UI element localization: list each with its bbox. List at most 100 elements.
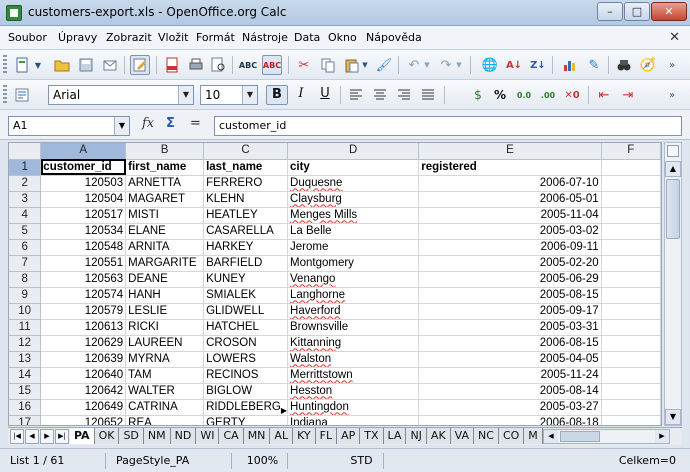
row-header[interactable]: 17 (9, 415, 42, 425)
sheet-tab-ap[interactable]: AP (337, 428, 361, 444)
redo-icon[interactable]: ↷ (436, 55, 456, 75)
percent-format-icon[interactable]: % (490, 85, 510, 105)
row-header[interactable]: 4 (9, 207, 42, 224)
export-pdf-icon[interactable] (162, 55, 182, 75)
cell[interactable]: KUNEY (203, 271, 289, 288)
sheet-tab-nd[interactable]: ND (170, 428, 197, 444)
spellcheck-icon[interactable]: ABC (238, 55, 258, 75)
select-all-corner[interactable] (9, 143, 42, 160)
scroll-left-icon[interactable]: ◀ (544, 430, 558, 443)
cell[interactable]: Menges Mills (287, 207, 420, 224)
maximize-button[interactable]: □ (624, 2, 650, 21)
justify-icon[interactable] (418, 85, 438, 105)
menu-vlozit[interactable]: Vložit (158, 31, 188, 44)
cell[interactable]: 2006-07-10 (418, 175, 602, 192)
name-box[interactable]: A1 ▼ (8, 116, 130, 136)
open-folder-icon[interactable] (52, 55, 72, 75)
decrease-indent-icon[interactable]: ⇤ (594, 85, 614, 105)
toolbar-grip[interactable] (3, 55, 7, 75)
function-wizard-icon[interactable]: fx (142, 116, 154, 131)
cell[interactable]: 2005-03-31 (418, 319, 602, 336)
zoom-status[interactable]: 100% (238, 453, 288, 469)
cell[interactable]: 2006-05-01 (418, 191, 602, 208)
close-button[interactable]: ✕ (651, 2, 687, 21)
cell[interactable]: Merrittstown (287, 367, 420, 384)
cell[interactable]: 2006-08-15 (418, 335, 602, 352)
cell[interactable]: LOWERS (203, 351, 289, 368)
sheet-tab-pa[interactable]: PA (70, 428, 95, 444)
cell[interactable]: 120640 (40, 367, 127, 384)
font-size-combobox[interactable]: 10 ▼ (200, 85, 258, 105)
column-header-c[interactable]: C (203, 143, 289, 160)
chevron-down-icon[interactable]: ▼ (242, 86, 257, 104)
cell[interactable]: LESLIE (125, 303, 205, 320)
cell[interactable] (601, 191, 661, 208)
chevron-down-icon[interactable]: ▼ (114, 117, 129, 135)
row-header[interactable]: 1 (9, 159, 42, 176)
cell[interactable]: 120548 (40, 239, 127, 256)
cell[interactable]: Brownsville (287, 319, 420, 336)
cell[interactable] (601, 303, 661, 320)
menu-soubor[interactable]: Soubor (8, 31, 47, 44)
align-right-icon[interactable] (394, 85, 414, 105)
menu-napoveda[interactable]: Nápověda (366, 31, 422, 44)
menu-zobrazit[interactable]: Zobrazit (106, 31, 152, 44)
column-header-f[interactable]: F (601, 143, 661, 160)
sheet-tab-nm[interactable]: NM (143, 428, 171, 444)
cell[interactable]: HATCHEL (203, 319, 289, 336)
cell[interactable]: 120629 (40, 335, 127, 352)
cell[interactable] (601, 351, 661, 368)
cell[interactable]: CASARELLA (203, 223, 289, 240)
page-preview-icon[interactable] (208, 55, 228, 75)
cell[interactable]: MISTI (125, 207, 205, 224)
cell[interactable]: CATRINA (125, 399, 205, 416)
cell[interactable]: ELANE (125, 223, 205, 240)
currency-format-icon[interactable]: $ (468, 85, 488, 105)
cell[interactable]: Walston (287, 351, 420, 368)
cell[interactable]: FERRERO (203, 175, 289, 192)
increase-indent-icon[interactable]: ⇥ (618, 85, 638, 105)
undo-dropdown-icon[interactable]: ▼ (422, 55, 432, 75)
cell[interactable]: 2005-02-20 (418, 255, 602, 272)
cell[interactable]: CROSON (203, 335, 289, 352)
italic-button[interactable]: I (290, 85, 312, 105)
cell[interactable]: 2006-08-18 (418, 415, 602, 425)
cell[interactable]: Indiana (287, 415, 420, 425)
menu-format[interactable]: Formát (196, 31, 235, 44)
cell[interactable]: Duquesne (287, 175, 420, 192)
cell[interactable]: Huntingdon (287, 399, 420, 416)
minimize-button[interactable]: – (597, 2, 623, 21)
cell[interactable]: 120613 (40, 319, 127, 336)
cell[interactable] (601, 415, 661, 425)
cell[interactable] (601, 271, 661, 288)
email-icon[interactable] (100, 55, 120, 75)
chart-icon[interactable] (560, 55, 580, 75)
new-document-icon[interactable] (12, 55, 32, 75)
row-header[interactable]: 9 (9, 287, 42, 304)
sheet-tab-co[interactable]: CO (498, 428, 525, 444)
page-style-status[interactable]: PageStyle_PA (112, 453, 232, 469)
number-format-icon[interactable]: 0.0 (514, 85, 534, 105)
cell[interactable]: RICKI (125, 319, 205, 336)
selection-mode-status[interactable]: STD (340, 453, 384, 469)
cell[interactable]: 2005-04-05 (418, 351, 602, 368)
cell[interactable]: 120649 (40, 399, 127, 416)
redo-dropdown-icon[interactable]: ▼ (454, 55, 464, 75)
hyperlink-globe-icon[interactable]: 🌐 (480, 55, 500, 75)
cell[interactable]: BARFIELD (203, 255, 289, 272)
cell[interactable]: 2005-03-02 (418, 223, 602, 240)
cell[interactable]: first_name (125, 159, 205, 176)
row-header[interactable]: 7 (9, 255, 42, 272)
row-header[interactable]: 14 (9, 367, 42, 384)
cell[interactable]: 120504 (40, 191, 127, 208)
row-header[interactable]: 8 (9, 271, 42, 288)
cell[interactable] (601, 239, 661, 256)
sheet-tab-ca[interactable]: CA (219, 428, 244, 444)
cell[interactable] (601, 383, 661, 400)
sheet-tab-sd[interactable]: SD (119, 428, 144, 444)
formula-input[interactable]: customer_id (214, 116, 682, 136)
sheet-tab-nj[interactable]: NJ (406, 428, 427, 444)
cell[interactable] (601, 335, 661, 352)
sheet-tab-al[interactable]: AL (270, 428, 294, 444)
cell[interactable]: last_name (203, 159, 289, 176)
